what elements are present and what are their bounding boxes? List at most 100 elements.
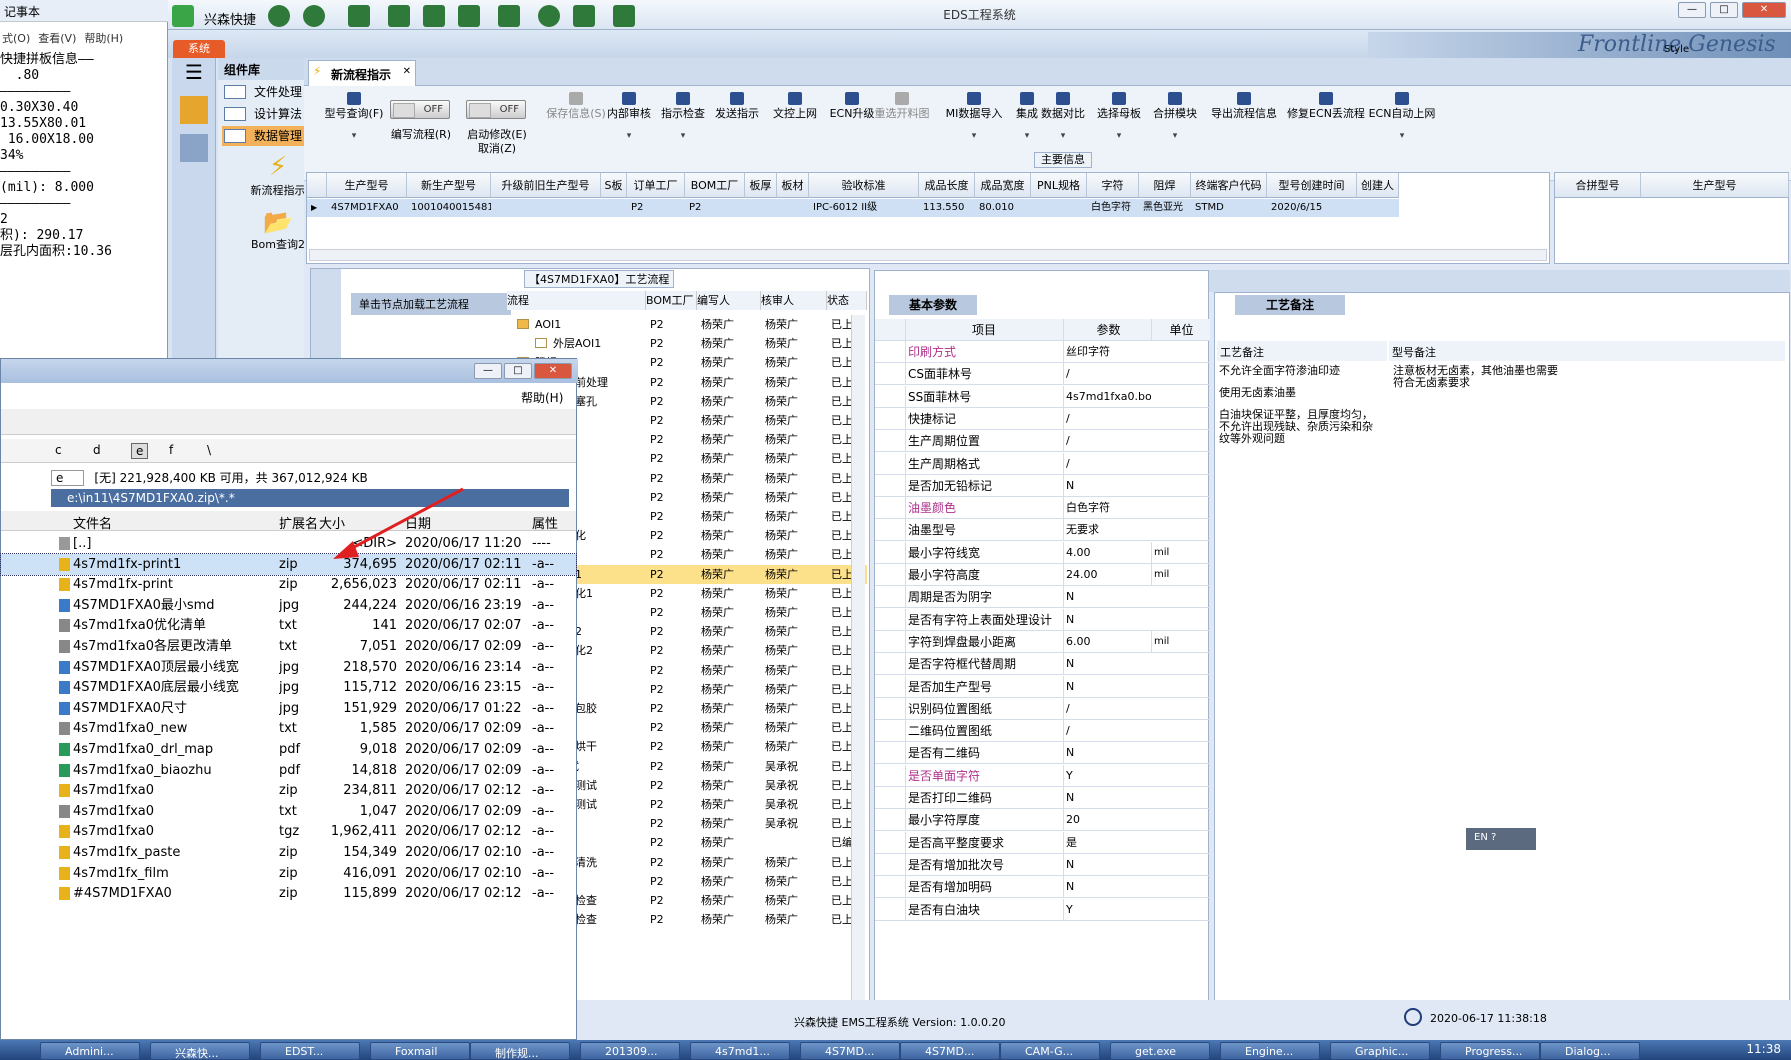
tree-row[interactable]: 外层AOI1 P2 杨荣广 杨荣广 已上网 [507,334,867,353]
taskbar-item[interactable]: CAM-G... [1000,1042,1100,1060]
taskbar-item[interactable]: get.exe [1110,1042,1210,1060]
toolbar-button[interactable]: 发送指示 [712,92,762,121]
param-value[interactable]: 白色字符 [1063,497,1151,520]
tree-header[interactable]: 核审人 [761,291,827,310]
grid-cell[interactable]: P2 [685,199,745,217]
grid-cell[interactable]: 白色字符 [1087,199,1139,217]
fm-maximize-button[interactable]: □ [504,363,532,379]
taskbar-item[interactable]: EDST... [260,1042,360,1060]
param-row[interactable]: 生产周期位置 / [875,430,1210,453]
grid-header[interactable]: 创建人 [1357,173,1399,198]
drive-button[interactable]: d [93,443,101,457]
grid-cell[interactable] [491,199,601,217]
toolbar-button[interactable]: 内部审核 ▾ [604,92,654,143]
param-value[interactable]: N [1063,787,1151,809]
drive-button[interactable]: e [131,443,149,459]
file-row[interactable]: 4S7MD1FXA0顶层最小线宽 jpg 218,570 2020/06/16 23:… [1,657,576,678]
taskbar-item[interactable]: Graphic... [1330,1042,1430,1060]
craft-note[interactable]: 使用无卤素油墨 [1219,387,1383,399]
model-note[interactable]: 注意板材无卤素，其他油墨也需要符合无卤素要求 [1393,365,1563,389]
grid-header[interactable]: 升级前旧生产型号 [491,173,601,198]
grid-cell[interactable] [777,199,809,217]
taskbar-item[interactable]: 4S7MD... [800,1042,900,1060]
notes-header[interactable]: 工艺备注 [1217,341,1387,361]
param-row[interactable]: 字符到焊盘最小距离 6.00 mil [875,630,1210,653]
param-value[interactable]: 6.00 [1063,630,1151,653]
grid-header[interactable]: S板 [601,173,627,198]
grid-header[interactable]: 订单工厂 [627,173,685,198]
param-value[interactable]: Y [1063,898,1151,921]
chevron-down-icon[interactable]: ▾ [938,129,1010,143]
taskbar-item[interactable]: 制作规... [470,1042,570,1060]
taskbar-item[interactable]: Foxmail [370,1042,470,1060]
tab-new-process[interactable]: ⚡ 新流程指示 ✕ [308,60,416,86]
fm-help-menu[interactable]: 帮助(H) [521,389,563,406]
craft-note[interactable]: 白油块保证平整，且厚度均匀，不允许出现残缺、杂质污染和杂纹等外观问题 [1219,409,1383,445]
yx-icon[interactable] [180,96,208,124]
system-tab[interactable]: 系统 [173,40,225,58]
chevron-down-icon[interactable]: ▾ [1094,129,1144,143]
toolbar-button[interactable]: ECN自动上网 ▾ [1360,92,1444,143]
grid-cell[interactable] [1031,199,1087,217]
grid-header[interactable]: 终端客户代码 [1191,173,1267,198]
grid-header[interactable]: 型号创建时间 [1267,173,1357,198]
param-row[interactable]: 是否高平整度要求是 [875,831,1210,854]
grid-header[interactable]: 板材 [777,173,809,198]
toolbar-button[interactable]: 型号查询(F) ▾ [312,92,396,143]
param-row[interactable]: 最小字符厚度 20 [875,809,1210,832]
param-value[interactable]: 是 [1063,831,1151,854]
param-header[interactable]: 参数 [1063,319,1151,341]
file-row[interactable]: 4s7md1fx_film zip 416,091 2020/06/17 02:10-… [1,863,576,884]
grid-header[interactable]: 成品长度 [919,173,975,198]
grid-header[interactable]: 验收标准 [809,173,919,198]
help-icon[interactable]: ? [1491,832,1496,843]
param-value[interactable]: / [1063,720,1151,743]
param-value[interactable]: N [1063,608,1151,631]
grid-header[interactable]: PNL规格 [1031,173,1087,198]
taskbar-item[interactable]: 4S7MD... [900,1042,1000,1060]
param-value[interactable]: 无要求 [1063,519,1151,542]
grid-cell[interactable] [745,199,777,217]
grid-cell[interactable]: P2 [627,199,685,217]
grid-cell[interactable]: 10010400154813 [407,199,491,217]
taskbar-item[interactable]: Admini... [40,1042,140,1060]
craft-note[interactable]: 不允许全面字符渗油印迹 [1219,365,1383,377]
notes-header[interactable]: 型号备注 [1389,341,1785,361]
file-row[interactable]: 4s7md1fxa0_biaozhu pdf 14,818 2020/06/17 02… [1,760,576,781]
grid-cell[interactable]: 黑色亚光 [1139,199,1191,217]
notepad-text[interactable]: 快捷拼板信息—— .80 ————————— 0.30X30.40 13.55X80.… [0,52,168,260]
param-value[interactable]: N [1063,675,1151,698]
fm-close-button[interactable]: ✕ [534,363,572,379]
param-row[interactable]: 是否有字符上表面处理设计 N [875,608,1210,631]
param-row[interactable]: 是否加生产型号 N [875,675,1210,698]
grid-cell[interactable]: 113.550 [919,199,975,217]
taskbar-item[interactable]: Engine... [1220,1042,1320,1060]
grid-header[interactable]: 阻焊 [1139,173,1191,198]
drive-select[interactable]: e [51,470,85,486]
param-value[interactable]: N [1063,876,1151,899]
notepad-menu-item[interactable]: 式(O) [2,32,30,45]
grid-hscrollbar[interactable] [309,249,1547,261]
chevron-down-icon[interactable]: ▾ [312,129,396,143]
param-value[interactable]: N [1063,474,1151,497]
grid-cell[interactable]: 2020/6/15 [1267,199,1357,217]
taskbar-item[interactable]: Progress... [1440,1042,1540,1060]
grid-header[interactable]: 板厚 [745,173,777,198]
chevron-down-icon[interactable]: ▾ [604,129,654,143]
param-header[interactable]: 项目 [905,319,1060,341]
grid-cell[interactable]: 80.010 [975,199,1031,217]
param-row[interactable]: 油墨颜色 白色字符 [875,497,1210,520]
param-row[interactable]: 是否打印二维码 N [875,787,1210,809]
file-row[interactable]: 4s7md1fxa0_new txt 1,585 2020/06/17 02:09 -a… [1,718,576,739]
param-value[interactable]: Y [1063,764,1151,787]
tree-header[interactable]: BOM工厂 [646,291,697,310]
style-label[interactable]: Style [1664,44,1689,55]
minimize-button[interactable]: — [1678,2,1706,18]
maximize-button[interactable]: □ [1710,2,1738,18]
notepad-menu-item[interactable]: 帮助(H) [84,32,123,45]
tree-vscrollbar[interactable] [851,315,865,1015]
param-value[interactable]: / [1063,430,1151,453]
param-row[interactable]: 识别码位置图纸 / [875,697,1210,720]
param-row[interactable]: 印刷方式 丝印字符 [875,341,1210,363]
param-row[interactable]: 是否单面字符 Y [875,764,1210,787]
